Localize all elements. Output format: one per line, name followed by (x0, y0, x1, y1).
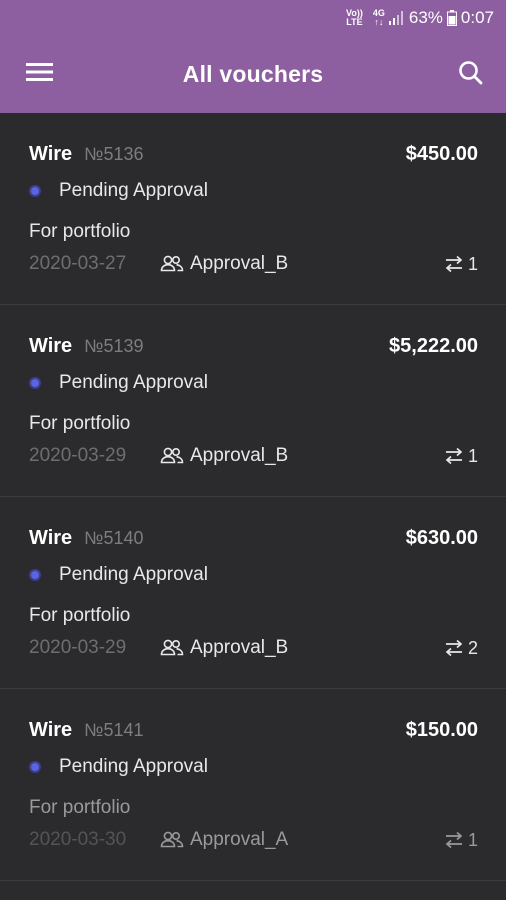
voucher-date: 2020-03-29 (29, 445, 127, 466)
voucher-card[interactable]: Wire №5140 $630.00 Pending Approval For … (0, 497, 506, 689)
page-title: All vouchers (182, 61, 324, 87)
approver-name: Approval_B (190, 445, 289, 466)
search-icon[interactable] (458, 60, 486, 88)
approver-name: Approval_B (190, 637, 289, 658)
voucher-card[interactable]: Wire №5139 $5,222.00 Pending Approval Fo… (0, 305, 506, 497)
voucher-status: Pending Approval (59, 372, 208, 393)
voucher-type: Wire (29, 335, 73, 357)
transfer-arrows-icon (445, 447, 463, 465)
status-dot-icon (31, 763, 39, 771)
voucher-status: Pending Approval (59, 564, 208, 585)
transfer-count: 1 (444, 254, 478, 275)
users-icon (160, 447, 184, 464)
approver: Approval_B (160, 253, 288, 275)
voucher-date: 2020-03-29 (29, 637, 127, 658)
voucher-number: №5139 (84, 336, 144, 356)
voucher-description: For portfolio (29, 221, 131, 242)
status-dot-icon (31, 187, 39, 195)
voucher-amount: $630.00 (405, 527, 478, 549)
voucher-type: Wire (29, 143, 73, 165)
voucher-amount: $450.00 (405, 143, 478, 165)
voucher-list: Wire №5136 $450.00 Pending Approval For … (0, 113, 506, 881)
clock: 0:07 (460, 8, 494, 27)
transfer-arrows-icon (445, 831, 463, 849)
data-indicator: 4G ↑↓ (372, 8, 385, 27)
transfer-arrows-icon (445, 255, 463, 273)
voucher-status: Pending Approval (59, 180, 208, 201)
transfer-count: 1 (444, 446, 478, 467)
users-icon (160, 255, 184, 272)
voucher-card[interactable]: Wire №5136 $450.00 Pending Approval For … (0, 113, 506, 305)
network-indicator: Vo)) LTE (346, 8, 363, 27)
voucher-date: 2020-03-27 (29, 253, 127, 274)
status-dot-icon (31, 379, 39, 387)
battery-percent: 63% (408, 8, 443, 27)
users-icon (160, 831, 184, 848)
voucher-type: Wire (29, 719, 73, 741)
voucher-card[interactable]: Wire №5141 $150.00 Pending Approval For … (0, 689, 506, 881)
hamburger-menu-icon[interactable] (26, 61, 54, 89)
voucher-status: Pending Approval (59, 756, 208, 777)
voucher-description: For portfolio (29, 605, 131, 626)
app-bar: All vouchers (0, 36, 506, 113)
status-dot-icon (31, 571, 39, 579)
approver: Approval_B (160, 445, 288, 467)
signal-icon (388, 11, 405, 25)
approver: Approval_B (160, 637, 288, 659)
voucher-amount: $5,222.00 (389, 335, 478, 357)
transfer-count: 1 (444, 830, 478, 851)
voucher-type: Wire (29, 527, 73, 549)
approver-name: Approval_A (190, 829, 289, 850)
status-bar: Vo)) LTE 4G ↑↓ 63% 0:07 (0, 0, 506, 36)
voucher-number: №5141 (84, 720, 144, 740)
voucher-number: №5136 (84, 144, 144, 164)
voucher-description: For portfolio (29, 413, 131, 434)
voucher-date: 2020-03-30 (29, 829, 127, 850)
users-icon (160, 639, 184, 656)
voucher-amount: $150.00 (405, 719, 478, 741)
voucher-number: №5140 (84, 528, 144, 548)
approver: Approval_A (160, 829, 288, 851)
voucher-description: For portfolio (29, 797, 131, 818)
battery-icon (446, 10, 457, 26)
transfer-count: 2 (444, 638, 478, 659)
transfer-arrows-icon (445, 639, 463, 657)
approver-name: Approval_B (190, 253, 289, 274)
